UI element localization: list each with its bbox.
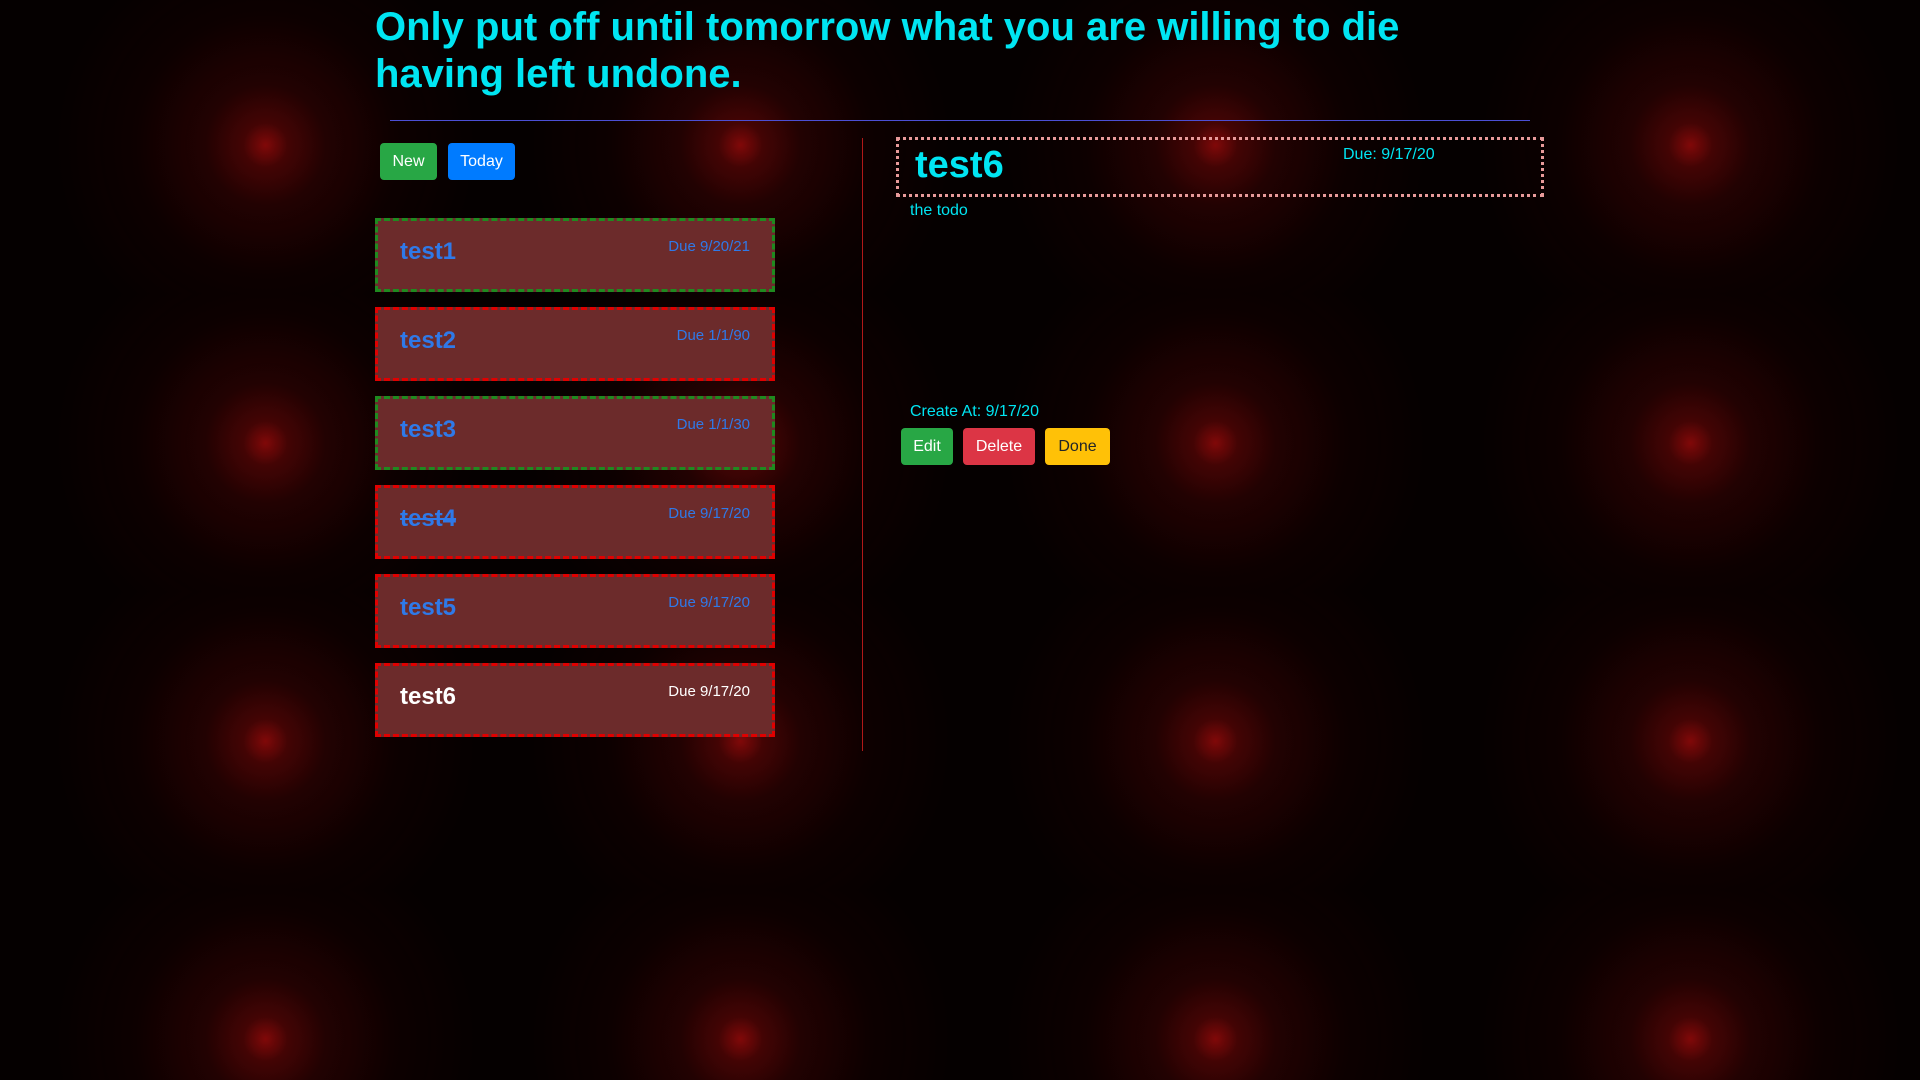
todo-title: test6 [400,683,457,710]
new-todo-button[interactable]: New [380,143,437,180]
todo-due-date: Due 9/17/20 [668,683,750,700]
todo-detail-title: test6 [915,144,1004,186]
todo-due-date: Due 9/17/20 [668,505,750,522]
page-headline: Only put off until tomorrow what you are… [375,5,1400,96]
todo-title: test4 [400,505,457,532]
todo-detail-created-date: Create At: 9/17/20 [910,403,1039,420]
todo-card[interactable]: test2 Due 1/1/90 [375,307,775,381]
todo-due-date: Due 9/20/21 [668,238,750,255]
done-button[interactable]: Done [1045,428,1110,465]
todo-card[interactable]: test6 Due 9/17/20 [375,663,775,737]
todo-detail-description: the todo [910,202,968,219]
todo-title: test3 [400,416,457,443]
header-divider [390,120,1530,121]
todo-title: test5 [400,594,457,621]
delete-button[interactable]: Delete [963,428,1035,465]
today-filter-button[interactable]: Today [448,143,515,180]
todo-card[interactable]: test4 Due 9/17/20 [375,485,775,559]
todo-card[interactable]: test3 Due 1/1/30 [375,396,775,470]
todo-detail-header: test6 Due: 9/17/20 [896,137,1544,197]
todo-card[interactable]: test5 Due 9/17/20 [375,574,775,648]
edit-button[interactable]: Edit [901,428,953,465]
todo-title: test2 [400,327,457,354]
todo-card[interactable]: test1 Due 9/20/21 [375,218,775,292]
todo-due-date: Due 9/17/20 [668,594,750,611]
todo-detail-due-date: Due: 9/17/20 [1343,146,1435,163]
todo-list: test1 Due 9/20/21 test2 Due 1/1/90 test3… [375,218,775,752]
todo-due-date: Due 1/1/30 [676,416,750,433]
panel-divider [862,138,863,751]
todo-due-date: Due 1/1/90 [676,327,750,344]
todo-title: test1 [400,238,457,265]
